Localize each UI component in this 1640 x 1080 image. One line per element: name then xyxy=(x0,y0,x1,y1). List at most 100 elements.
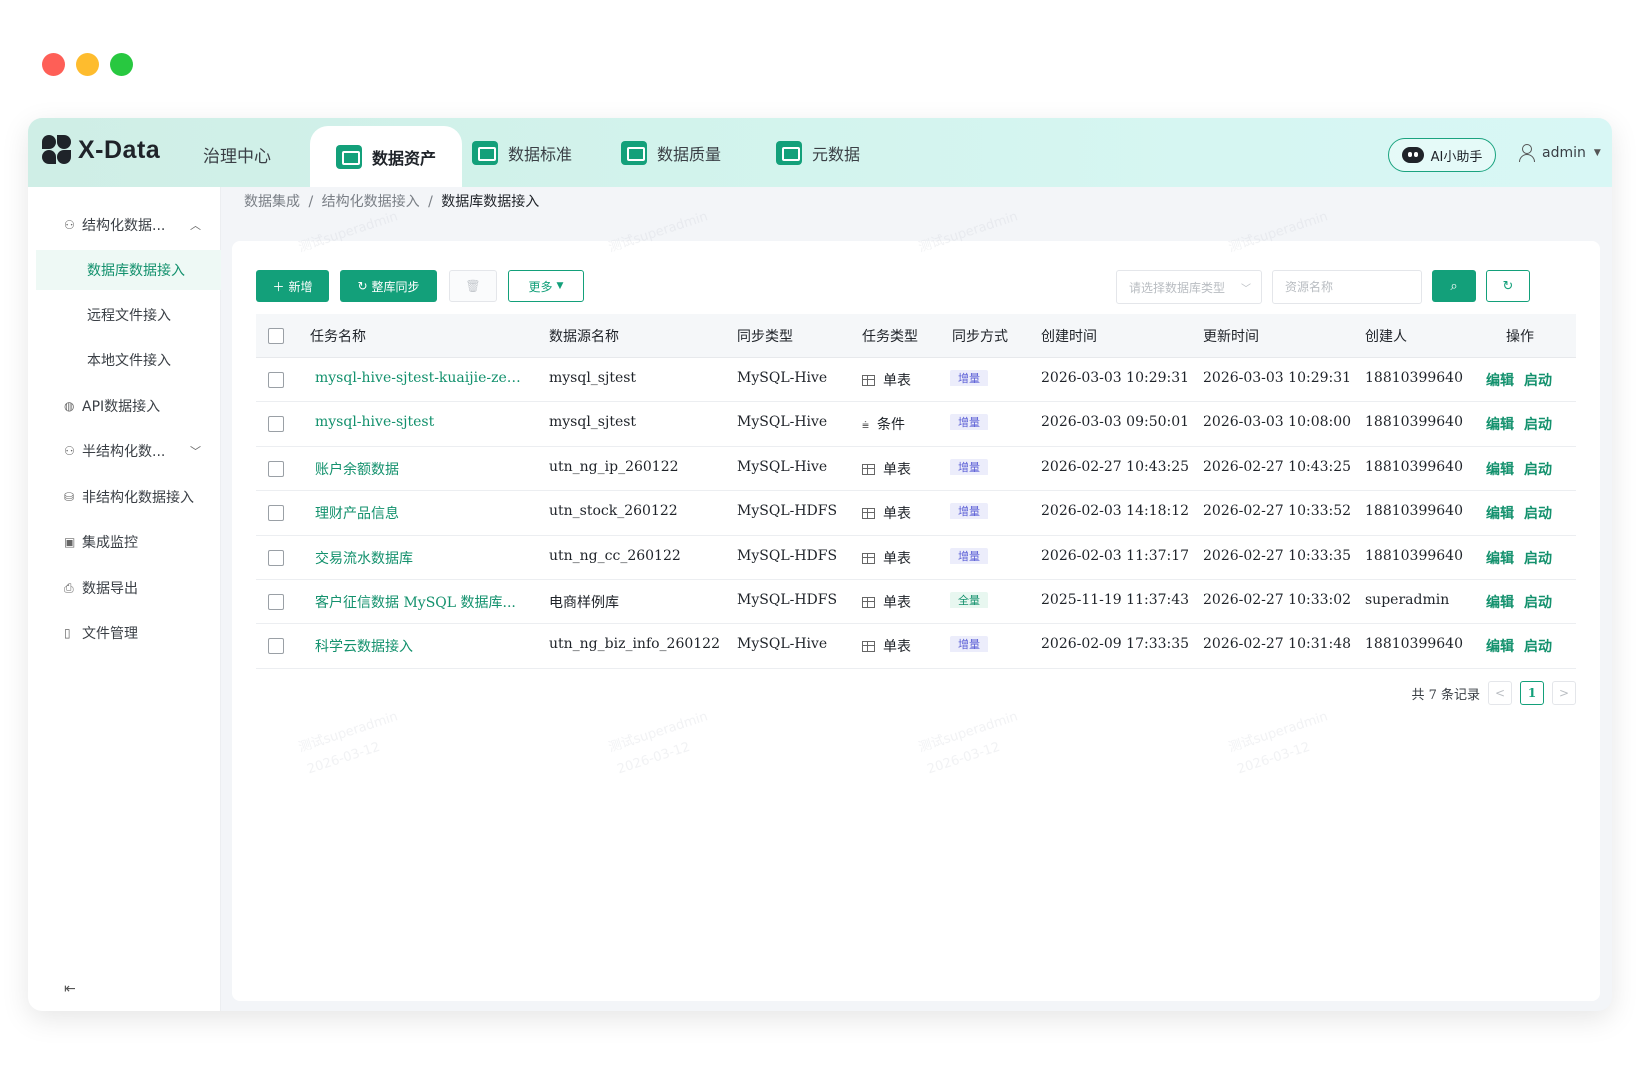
table-row: 科学云数据接入 utn_ng_biz_info_260122 MySQL-Hiv… xyxy=(256,624,1576,669)
logo[interactable]: X-Data xyxy=(42,135,160,165)
sidebar-item-database-ingest[interactable]: 数据库数据接入 xyxy=(36,250,221,290)
sidebar-item-semi-structured[interactable]: ⚇ 半结构化数... ﹀ xyxy=(28,431,221,471)
start-button[interactable]: 启动 xyxy=(1524,462,1552,478)
updated-time: 2026-02-27 10:33:35 xyxy=(1203,547,1352,564)
page-1-button[interactable]: 1 xyxy=(1520,681,1544,705)
sidebar-item-monitor[interactable]: ▣ 集成监控 xyxy=(28,522,221,562)
start-button[interactable]: 启动 xyxy=(1524,551,1552,567)
add-button[interactable]: ＋ 新增 xyxy=(256,270,329,302)
db-type-placeholder: 请选择数据库类型 xyxy=(1129,280,1226,295)
full-db-sync-button[interactable]: ↻ 整库同步 xyxy=(340,270,437,302)
row-checkbox[interactable] xyxy=(268,372,284,388)
sidebar-item-export[interactable]: ⎙ 数据导出 xyxy=(28,568,221,608)
table-row: 理财产品信息 utn_stock_260122 MySQL-HDFS 单表 增量… xyxy=(256,491,1576,536)
edit-button[interactable]: 编辑 xyxy=(1486,373,1514,389)
row-checkbox[interactable] xyxy=(268,593,284,610)
task-type: 单表 xyxy=(883,639,911,656)
task-table: 任务名称 数据源名称 同步类型 任务类型 同步方式 创建时间 更新时间 创建人 … xyxy=(256,314,1576,669)
sidebar-item-local-file[interactable]: 本地文件接入 xyxy=(36,340,221,380)
resource-name-input[interactable] xyxy=(1272,270,1422,304)
header-created-time: 创建时间 xyxy=(1041,329,1097,345)
row-checkbox[interactable] xyxy=(268,460,284,477)
start-button[interactable]: 启动 xyxy=(1524,506,1552,522)
sidebar-item-label: 结构化数据... xyxy=(82,218,166,234)
sidebar: ⚇ 结构化数据... ︿ 数据库数据接入 远程文件接入 本地文件接入 ◍ API… xyxy=(28,187,221,1011)
sidebar-item-api[interactable]: ◍ API数据接入 xyxy=(28,386,221,426)
tab-label: 元数据 xyxy=(812,144,861,164)
created-time: 2026-03-03 10:29:31 xyxy=(1041,370,1190,386)
db-type-select[interactable]: 请选择数据库类型 ﹀ xyxy=(1116,270,1262,304)
task-name-link[interactable]: 交易流水数据库 xyxy=(315,548,525,568)
export-icon: ⎙ xyxy=(64,580,74,595)
user-menu[interactable]: admin ▼ xyxy=(1518,144,1601,162)
updated-time: 2026-02-27 10:33:52 xyxy=(1203,503,1352,520)
structure-icon: ⚇ xyxy=(64,218,75,232)
reset-button[interactable]: ↻ xyxy=(1486,270,1530,302)
start-button[interactable]: 启动 xyxy=(1524,639,1552,655)
delete-button[interactable]: 🗑 xyxy=(449,270,497,302)
source-name: utn_ng_ip_260122 xyxy=(549,458,679,475)
ai-assistant-label: AI小助手 xyxy=(1430,149,1483,165)
task-name-link[interactable]: mysql-hive-sjtest xyxy=(315,414,525,430)
edit-button[interactable]: 编辑 xyxy=(1486,462,1514,478)
task-name-link[interactable]: 理财产品信息 xyxy=(315,503,525,523)
center-name[interactable]: 治理中心 xyxy=(203,142,271,167)
select-all-checkbox[interactable] xyxy=(268,328,284,344)
search-icon: ⌕ xyxy=(1450,278,1458,294)
more-dropdown[interactable]: 更多 ▼ xyxy=(508,270,584,302)
sidebar-item-remote-file[interactable]: 远程文件接入 xyxy=(36,295,221,335)
header-sync-mode: 同步方式 xyxy=(952,329,1008,345)
row-checkbox[interactable] xyxy=(268,416,284,433)
row-checkbox[interactable] xyxy=(268,549,284,566)
start-button[interactable]: 启动 xyxy=(1524,417,1552,433)
table-row: 账户余额数据 utn_ng_ip_260122 MySQL-Hive 单表 增量… xyxy=(256,447,1576,492)
edit-button[interactable]: 编辑 xyxy=(1486,417,1514,433)
sidebar-item-unstructured[interactable]: ⛁ 非结构化数据接入 xyxy=(28,477,221,517)
breadcrumb-separator: / xyxy=(428,194,433,210)
tab-data-standard[interactable]: 数据标准 xyxy=(472,118,572,187)
maximize-window-button[interactable] xyxy=(110,53,133,76)
sidebar-item-structured[interactable]: ⚇ 结构化数据... ︿ xyxy=(28,205,221,245)
start-button[interactable]: 启动 xyxy=(1524,595,1552,611)
breadcrumb-level2[interactable]: 结构化数据接入 xyxy=(322,194,420,210)
source-name: mysql_sjtest xyxy=(549,414,637,431)
sync-mode-tag: 增量 xyxy=(950,636,988,653)
edit-button[interactable]: 编辑 xyxy=(1486,551,1514,567)
task-name-link[interactable]: mysql-hive-sjtest-kuaijie-zengli... xyxy=(315,370,525,386)
task-name-link[interactable]: 账户余额数据 xyxy=(315,459,525,479)
start-button[interactable]: 启动 xyxy=(1524,373,1552,389)
sidebar-item-label: 数据库数据接入 xyxy=(87,263,185,279)
sync-type: MySQL-Hive xyxy=(737,458,828,475)
row-checkbox[interactable] xyxy=(268,505,284,522)
user-icon xyxy=(1518,144,1535,162)
source-name: utn_ng_biz_info_260122 xyxy=(549,636,721,653)
minimize-window-button[interactable] xyxy=(76,53,99,76)
task-type: 单表 xyxy=(883,594,911,611)
row-checkbox[interactable] xyxy=(268,638,284,655)
edit-button[interactable]: 编辑 xyxy=(1486,506,1514,522)
tab-data-quality[interactable]: 数据质量 xyxy=(621,118,721,187)
edit-button[interactable]: 编辑 xyxy=(1486,639,1514,655)
breadcrumb-level1[interactable]: 数据集成 xyxy=(244,194,300,210)
semi-structure-icon: ⚇ xyxy=(64,444,75,458)
top-navbar: X-Data 治理中心 数据资产 数据标准 数据质量 元数据 AI小助手 adm… xyxy=(28,118,1612,187)
header-updated-time: 更新时间 xyxy=(1203,329,1259,345)
watermark: 测试superadmin xyxy=(916,709,1020,756)
edit-button[interactable]: 编辑 xyxy=(1486,595,1514,611)
tab-metadata[interactable]: 元数据 xyxy=(776,118,860,187)
search-button[interactable]: ⌕ xyxy=(1432,270,1476,302)
sidebar-item-file-manage[interactable]: ▯ 文件管理 xyxy=(28,613,221,653)
prev-page-button[interactable]: < xyxy=(1488,681,1512,705)
quality-icon xyxy=(621,140,647,165)
pagination: 共 7 条记录 < 1 > xyxy=(1411,681,1576,705)
task-name-link[interactable]: 客户征信数据 MySQL 数据库... xyxy=(315,592,525,612)
tab-data-assets[interactable]: 数据资产 xyxy=(310,126,463,187)
close-window-button[interactable] xyxy=(42,53,65,76)
watermark-date: 2026-03-12 xyxy=(925,739,1003,778)
ai-assistant-button[interactable]: AI小助手 xyxy=(1388,138,1496,172)
creator: superadmin xyxy=(1365,591,1450,608)
robot-icon xyxy=(1401,147,1424,163)
collapse-sidebar-icon[interactable]: ⇤ xyxy=(64,981,76,997)
next-page-button[interactable]: > xyxy=(1552,681,1576,705)
task-name-link[interactable]: 科学云数据接入 xyxy=(315,636,525,656)
